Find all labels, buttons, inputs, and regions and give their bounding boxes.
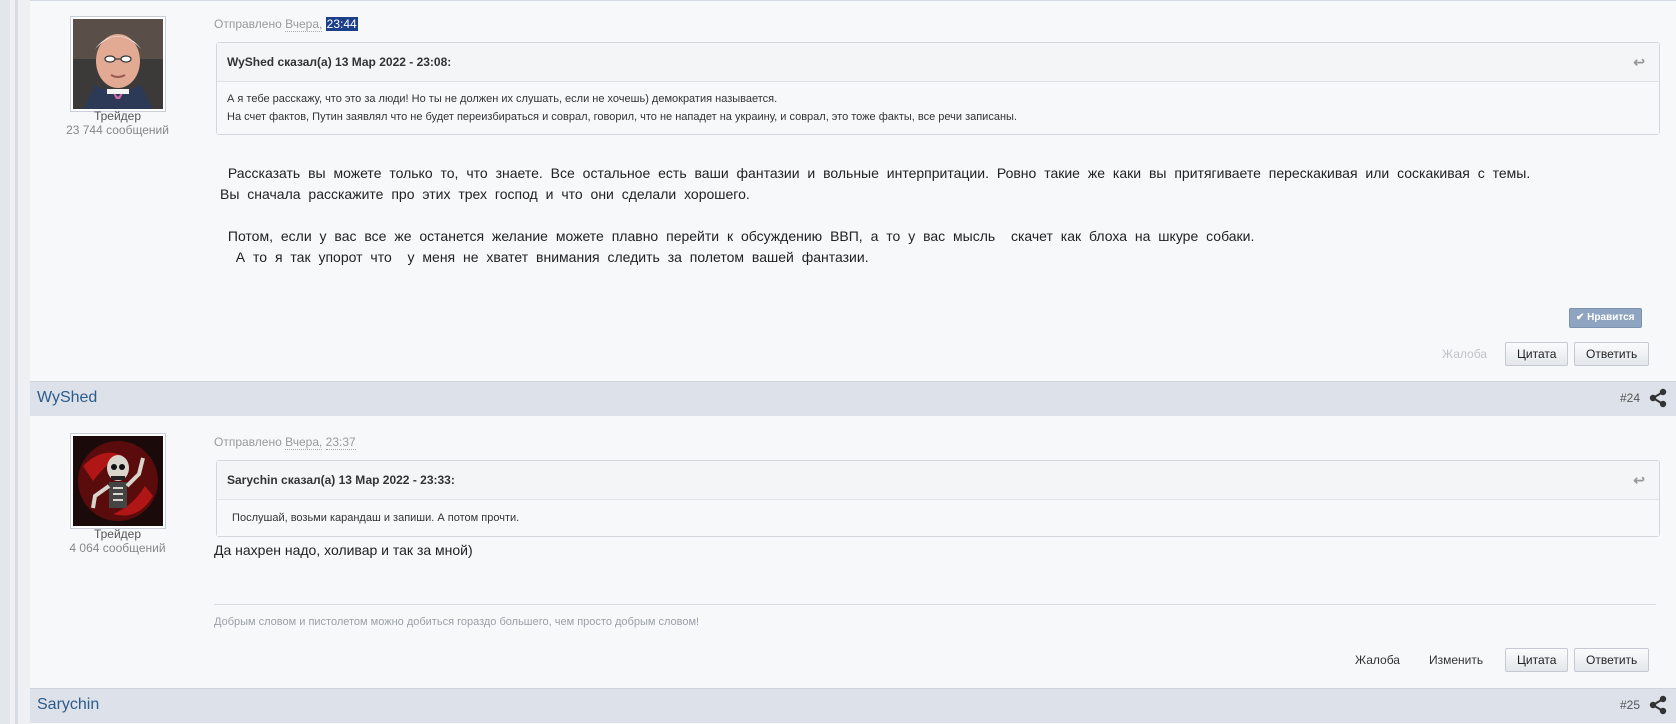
report-link[interactable]: Жалоба: [1355, 653, 1400, 667]
user-rank: Трейдер: [93, 527, 142, 541]
avatar[interactable]: [70, 433, 166, 529]
author-username[interactable]: WyShed: [37, 389, 97, 407]
post-author-bar: WyShed #24: [30, 381, 1676, 416]
body-line: Рассказать вы можете только то, что знае…: [220, 165, 1531, 181]
jump-to-post-icon[interactable]: ↩: [1633, 461, 1645, 499]
author-username[interactable]: Sarychin: [37, 696, 99, 714]
post-number[interactable]: #25: [1620, 698, 1640, 712]
posted-label: Отправлено: [214, 435, 282, 449]
reply-button[interactable]: Ответить: [1574, 342, 1650, 366]
body-line: Вы сначала расскажите про этих трех госп…: [220, 186, 750, 202]
quote-line: Послушай, возьми карандаш и запиши. А по…: [229, 512, 520, 524]
share-icon[interactable]: [1648, 695, 1668, 720]
quote-block: Sarychin сказал(а) 13 Мар 2022 - 23:33: …: [216, 460, 1660, 537]
topic-container: Трейдер 23 744 сообщений Отправлено Вчер…: [30, 0, 1676, 724]
post-count: 23 744 сообщений: [66, 123, 169, 137]
body-line: А то я так упорот что у меня не хватет в…: [220, 249, 869, 265]
body-line: [220, 205, 1530, 226]
like-button[interactable]: ✔ Нравится: [1569, 308, 1642, 328]
quote-block: WyShed сказал(а) 13 Мар 2022 - 23:08: ↩ …: [216, 42, 1660, 135]
post-author-bar: Sarychin #25: [30, 688, 1676, 723]
quote-header: Sarychin сказал(а) 13 Мар 2022 - 23:33: …: [217, 461, 1659, 500]
check-icon: ✔: [1576, 312, 1585, 323]
quote-line: На счет фактов, Путин заявлял что не буд…: [227, 111, 1017, 123]
quote-author: WyShed сказал(а) 13 Мар 2022 - 23:08:: [227, 55, 452, 69]
user-rank: Трейдер: [93, 109, 142, 123]
post-1: Трейдер 23 744 сообщений Отправлено Вчер…: [30, 0, 1676, 380]
post-body: Да нахрен надо, холивар и так за мной): [214, 542, 473, 558]
post-body: Рассказать вы можете только то, что знае…: [220, 163, 1530, 268]
quote-button[interactable]: Цитата: [1505, 342, 1569, 366]
share-icon[interactable]: [1648, 388, 1668, 413]
quote-header: WyShed сказал(а) 13 Мар 2022 - 23:08: ↩: [217, 43, 1659, 82]
avatar[interactable]: [70, 16, 166, 112]
left-gutter: [0, 0, 10, 724]
posted-day[interactable]: Вчера,: [285, 435, 323, 450]
post-number[interactable]: #24: [1620, 391, 1640, 405]
like-label: Нравится: [1587, 312, 1635, 323]
jump-to-post-icon[interactable]: ↩: [1633, 43, 1645, 81]
quote-body: А я тебе расскажу, что это за люди! Но т…: [217, 82, 1659, 134]
avatar-image-man: [73, 19, 163, 109]
posted-day[interactable]: Вчера,: [285, 17, 323, 32]
avatar-image-skeleton: [73, 436, 163, 526]
edit-link[interactable]: Изменить: [1429, 653, 1483, 667]
post-count: 4 064 сообщений: [69, 541, 166, 555]
quote-button[interactable]: Цитата: [1505, 648, 1569, 672]
left-divider: [15, 0, 18, 724]
reply-button[interactable]: Ответить: [1574, 648, 1650, 672]
posted-time[interactable]: 23:37: [325, 435, 356, 450]
quote-line: А я тебе расскажу, что это за люди! Но т…: [227, 93, 778, 105]
signature-divider: [214, 604, 1656, 605]
posted-label: Отправлено: [214, 17, 282, 31]
body-line: Потом, если у вас все же останется желан…: [220, 228, 1255, 244]
user-signature: Добрым словом и пистолетом можно добитьс…: [214, 616, 700, 628]
report-link[interactable]: Жалоба: [1442, 347, 1487, 361]
post-2: Трейдер 4 064 сообщений Отправлено Вчера…: [30, 416, 1676, 688]
posted-time[interactable]: 23:44: [325, 17, 358, 31]
quote-author: Sarychin сказал(а) 13 Мар 2022 - 23:33:: [227, 473, 455, 487]
quote-body: Послушай, возьми карандаш и запиши. А по…: [217, 500, 1659, 536]
posted-date: Отправлено Вчера, 23:37: [214, 435, 356, 450]
posted-date: Отправлено Вчера, 23:44: [214, 17, 358, 32]
